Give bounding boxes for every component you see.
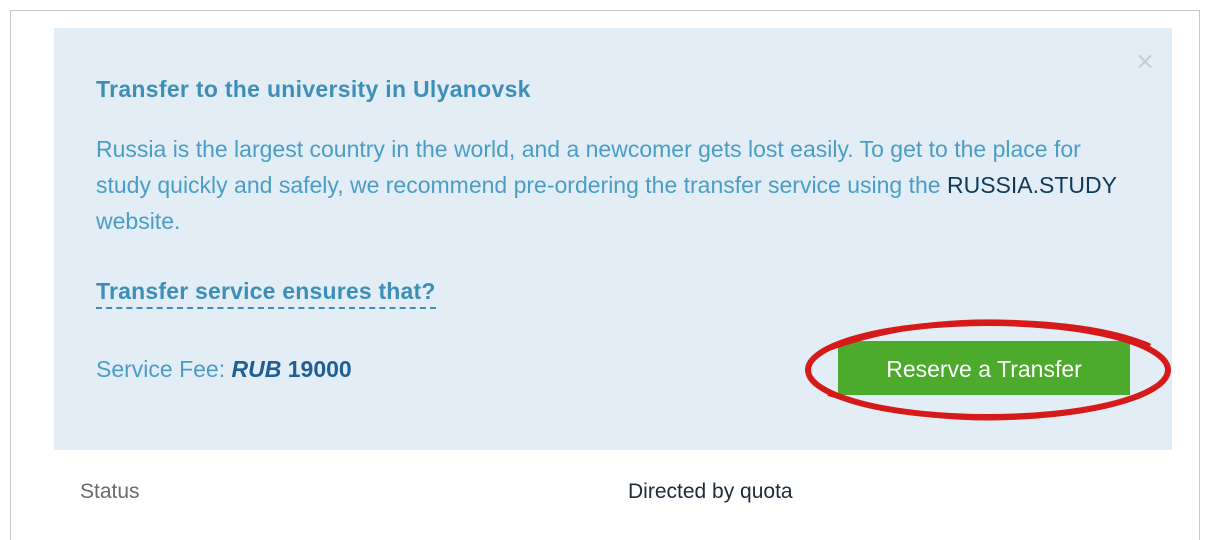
description-text-end: website. [96,208,181,234]
reserve-transfer-button[interactable]: Reserve a Transfer [838,341,1130,395]
brand-name: RUSSIA.STUDY [946,172,1117,198]
service-fee-amount: 19000 [287,356,352,382]
service-fee: Service Fee: RUB 19000 [96,356,352,383]
service-fee-label: Service Fee: [96,356,232,382]
description-text-start: Russia is the largest country in the wor… [96,136,1081,198]
status-value: Directed by quota [628,480,793,503]
status-label: Status [80,480,140,503]
transfer-faq-link[interactable]: Transfer service ensures that? [96,278,436,309]
transfer-title: Transfer to the university in Ulyanovsk [96,76,531,102]
close-icon[interactable]: × [1134,49,1156,73]
service-fee-currency: RUB [231,356,282,382]
transfer-description: Russia is the largest country in the wor… [96,131,1136,239]
